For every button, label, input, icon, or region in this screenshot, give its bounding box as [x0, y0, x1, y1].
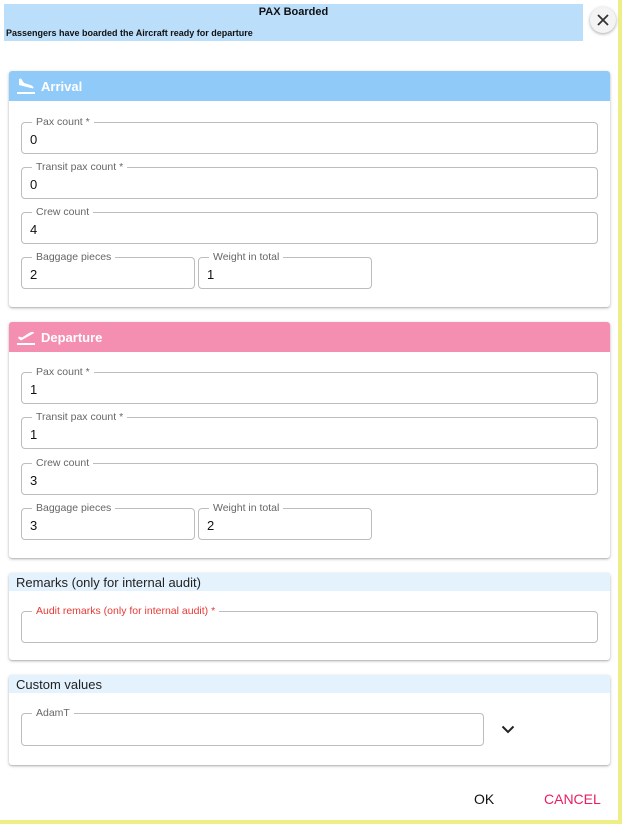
arrival-title: Arrival: [41, 78, 83, 94]
arrival-pax-count-field[interactable]: Pax count * 0: [21, 116, 598, 154]
arrival-header: Arrival: [9, 71, 610, 101]
departure-pax-count-field[interactable]: Pax count * 1: [21, 366, 598, 404]
arrival-transit-pax-value: 0: [30, 177, 38, 192]
adamt-label: AdamT: [32, 707, 74, 719]
custom-values-header: Custom values: [9, 675, 610, 693]
arrival-crew-count-value: 4: [30, 222, 38, 237]
audit-remarks-field[interactable]: Audit remarks (only for internal audit) …: [21, 605, 598, 643]
arrival-pax-count-value: 0: [30, 132, 38, 147]
arrival-baggage-pieces-label: Baggage pieces: [32, 251, 116, 263]
departure-crew-count-value: 3: [30, 473, 38, 488]
arrival-transit-pax-field[interactable]: Transit pax count * 0: [21, 161, 598, 199]
adamt-field[interactable]: AdamT: [21, 707, 484, 746]
departure-weight-value: 2: [207, 518, 215, 533]
ok-button[interactable]: OK: [474, 788, 494, 810]
arrival-baggage-pieces-field[interactable]: Baggage pieces 2: [21, 251, 195, 289]
departure-header: Departure: [9, 322, 610, 352]
dialog-title: PAX Boarded: [258, 6, 329, 18]
custom-values-dropdown-button[interactable]: [497, 718, 519, 740]
cancel-button[interactable]: CANCEL: [544, 788, 601, 810]
close-icon: [597, 14, 609, 26]
departure-transit-pax-label: Transit pax count *: [32, 411, 128, 423]
close-button[interactable]: [590, 7, 616, 33]
pax-boarded-dialog: PAX Boarded Passengers have boarded the …: [0, 0, 622, 824]
departure-transit-pax-field[interactable]: Transit pax count * 1: [21, 411, 598, 449]
departure-pax-count-label: Pax count *: [32, 366, 94, 378]
arrival-baggage-pieces-value: 2: [30, 267, 38, 282]
flight-takeoff-icon: [16, 326, 38, 348]
departure-weight-field[interactable]: Weight in total 2: [198, 502, 372, 540]
departure-title: Departure: [41, 329, 103, 345]
departure-baggage-pieces-field[interactable]: Baggage pieces 3: [21, 502, 195, 540]
dialog-subtitle: Passengers have boarded the Aircraft rea…: [6, 28, 253, 38]
arrival-weight-field[interactable]: Weight in total 1: [198, 251, 372, 289]
dialog-header: PAX Boarded Passengers have boarded the …: [4, 4, 583, 41]
departure-baggage-pieces-label: Baggage pieces: [32, 502, 116, 514]
arrival-weight-label: Weight in total: [209, 251, 284, 263]
arrival-transit-pax-label: Transit pax count *: [32, 161, 128, 173]
flight-land-icon: [16, 75, 38, 97]
departure-weight-label: Weight in total: [209, 502, 284, 514]
remarks-header: Remarks (only for internal audit): [9, 573, 610, 591]
audit-remarks-label: Audit remarks (only for internal audit) …: [32, 605, 220, 617]
arrival-weight-value: 1: [207, 267, 215, 282]
departure-crew-count-label: Crew count: [32, 457, 94, 469]
departure-transit-pax-value: 1: [30, 427, 38, 442]
arrival-crew-count-label: Crew count: [32, 206, 94, 218]
chevron-down-icon: [501, 725, 515, 733]
departure-pax-count-value: 1: [30, 382, 38, 397]
departure-crew-count-field[interactable]: Crew count 3: [21, 457, 598, 495]
arrival-crew-count-field[interactable]: Crew count 4: [21, 206, 598, 244]
arrival-pax-count-label: Pax count *: [32, 116, 94, 128]
departure-baggage-pieces-value: 3: [30, 518, 38, 533]
